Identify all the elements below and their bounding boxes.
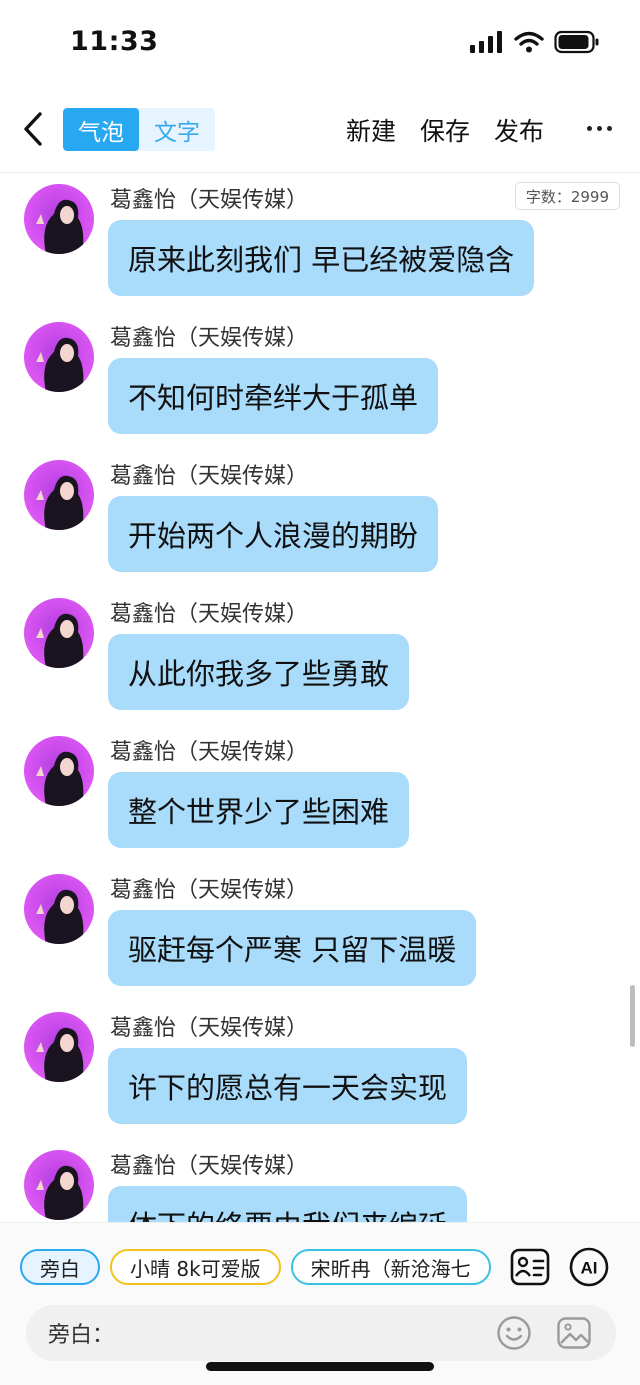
sender-name: 葛鑫怡（天娱传媒） xyxy=(110,602,309,627)
tab-bubble[interactable]: 气泡 xyxy=(63,108,139,151)
save-button[interactable]: 保存 xyxy=(420,112,470,148)
character-chips[interactable]: 旁白 小晴 8k可爱版 宋昕冉（新沧海七 xyxy=(20,1249,492,1287)
home-indicator[interactable] xyxy=(206,1362,434,1371)
sender-name: 葛鑫怡（天娱传媒） xyxy=(110,878,309,903)
avatar-portrait xyxy=(36,613,84,668)
status-icons xyxy=(470,30,600,54)
publish-button[interactable]: 发布 xyxy=(494,112,544,148)
image-button[interactable] xyxy=(556,1315,592,1351)
avatar-portrait xyxy=(36,1165,84,1220)
avatar[interactable] xyxy=(24,736,94,806)
message-item: 葛鑫怡（天娱传媒） 不知何时牵绊大于孤单 xyxy=(0,314,640,452)
message-item: 葛鑫怡（天娱传媒） 许下的愿总有一天会实现 xyxy=(0,1004,640,1142)
chevron-left-icon xyxy=(24,112,42,146)
avatar[interactable] xyxy=(24,1150,94,1220)
scrollbar[interactable] xyxy=(630,985,635,1047)
sender-name: 葛鑫怡（天娱传媒） xyxy=(110,326,309,351)
status-bar: 11:33 xyxy=(0,0,640,80)
chip-character[interactable]: 小晴 8k可爱版 xyxy=(110,1249,281,1285)
avatar[interactable] xyxy=(24,322,94,392)
new-button[interactable]: 新建 xyxy=(346,112,396,148)
sender-name: 葛鑫怡（天娱传媒） xyxy=(110,1154,309,1179)
bottom-panel: 旁白 小晴 8k可爱版 宋昕冉（新沧海七 AI 旁白： xyxy=(0,1222,640,1385)
message-bubble[interactable]: 整个世界少了些困难 xyxy=(108,772,410,848)
more-horizontal-icon xyxy=(587,125,592,131)
message-bubble[interactable]: 不知何时牵绊大于孤单 xyxy=(108,358,439,434)
tab-text[interactable]: 文字 xyxy=(139,108,215,151)
avatar-portrait xyxy=(36,751,84,806)
message-item: 葛鑫怡（天娱传媒） 开始两个人浪漫的期盼 xyxy=(0,452,640,590)
message-bubble[interactable]: 开始两个人浪漫的期盼 xyxy=(108,496,439,572)
more-dot xyxy=(607,125,612,131)
image-icon xyxy=(557,1317,591,1349)
message-input-row: 旁白： xyxy=(26,1305,616,1361)
speaker-prefix: 旁白： xyxy=(48,1323,115,1348)
emoji-button[interactable] xyxy=(496,1315,532,1351)
message-bubble[interactable]: 从此你我多了些勇敢 xyxy=(108,634,410,710)
avatar-portrait xyxy=(36,199,84,254)
ai-icon: AI xyxy=(569,1247,609,1287)
word-count-badge: 字数：2999 xyxy=(514,182,620,210)
message-item: 葛鑫怡（天娱传媒） 驱赶每个严寒 只留下温暖 xyxy=(0,866,640,1004)
wifi-icon xyxy=(514,31,544,53)
contact-card-icon xyxy=(510,1248,550,1286)
back-button[interactable] xyxy=(18,106,48,152)
chip-narrator[interactable]: 旁白 xyxy=(20,1249,100,1285)
message-list[interactable]: 葛鑫怡（天娱传媒） 原来此刻我们 早已经被爱隐含 葛鑫怡（天娱传媒） 不知何时牵… xyxy=(0,176,640,1222)
status-time: 11:33 xyxy=(70,26,159,57)
mode-segmented-control: 气泡 文字 xyxy=(63,108,215,151)
message-item: 葛鑫怡（天娱传媒） 从此你我多了些勇敢 xyxy=(0,590,640,728)
cellular-signal-icon xyxy=(470,31,502,53)
sender-name: 葛鑫怡（天娱传媒） xyxy=(110,740,309,765)
avatar[interactable] xyxy=(24,598,94,668)
ai-button[interactable]: AI xyxy=(569,1247,609,1287)
avatar[interactable] xyxy=(24,874,94,944)
avatar[interactable] xyxy=(24,1012,94,1082)
message-bubble[interactable]: 驱赶每个严寒 只留下温暖 xyxy=(108,910,477,986)
sender-name: 葛鑫怡（天娱传媒） xyxy=(110,464,309,489)
more-options-button[interactable] xyxy=(587,116,612,140)
message-item: 葛鑫怡（天娱传媒） 体下的终要由我们来编延 xyxy=(0,1142,640,1222)
avatar-portrait xyxy=(36,475,84,530)
avatar-portrait xyxy=(36,1027,84,1082)
emoji-icon xyxy=(497,1316,531,1350)
message-bubble[interactable]: 体下的终要由我们来编延 xyxy=(108,1186,468,1222)
nav-actions: 新建 保存 发布 xyxy=(346,112,544,148)
chip-character[interactable]: 宋昕冉（新沧海七 xyxy=(290,1249,491,1285)
ai-label: AI xyxy=(581,1259,598,1278)
divider xyxy=(0,172,640,173)
avatar-portrait xyxy=(36,889,84,944)
avatar-portrait xyxy=(36,337,84,392)
battery-icon xyxy=(554,30,599,54)
contact-card-button[interactable] xyxy=(510,1247,550,1287)
top-navigation: 气泡 文字 新建 保存 发布 xyxy=(0,100,640,160)
avatar[interactable] xyxy=(24,460,94,530)
message-input[interactable] xyxy=(122,1315,482,1351)
message-item: 葛鑫怡（天娱传媒） 整个世界少了些困难 xyxy=(0,728,640,866)
message-bubble[interactable]: 原来此刻我们 早已经被爱隐含 xyxy=(108,220,535,296)
sender-name: 葛鑫怡（天娱传媒） xyxy=(110,188,309,213)
message-bubble[interactable]: 许下的愿总有一天会实现 xyxy=(108,1048,468,1124)
more-dot xyxy=(597,125,602,131)
sender-name: 葛鑫怡（天娱传媒） xyxy=(110,1016,309,1041)
avatar[interactable] xyxy=(24,184,94,254)
